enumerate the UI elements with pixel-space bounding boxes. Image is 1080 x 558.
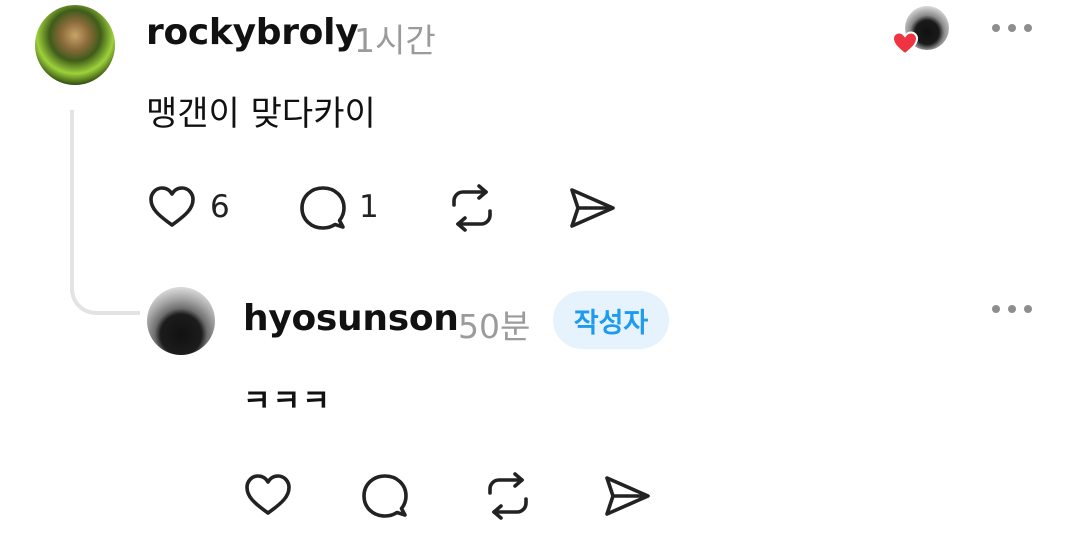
like-count: 6 [210,189,230,225]
repost-icon[interactable] [446,184,498,232]
heart-icon[interactable] [243,472,293,518]
username-rockybroly[interactable]: rockybroly [146,12,359,53]
reply-count: 1 [359,189,379,225]
timestamp: 1시간 [354,21,436,60]
repost-icon[interactable] [482,472,534,520]
dog-avatar[interactable] [147,287,215,355]
send-icon[interactable] [601,472,653,520]
thread-connector-line [70,110,140,315]
more-dots-icon[interactable] [992,303,1032,315]
heart-icon[interactable] [147,184,197,230]
comment-text: ㅋㅋㅋ [243,384,332,419]
user-avatar-rockybroly[interactable] [35,5,115,85]
timestamp: 50분 [458,307,531,346]
speech-bubble-icon[interactable] [298,184,348,232]
author-badge: 작성자 [553,291,669,349]
username-hyosunson[interactable]: hyosunson [243,298,459,339]
speech-bubble-icon[interactable] [360,472,410,520]
comment-text: 맹갠이 맞다카이 [146,94,376,134]
more-dots-icon[interactable] [992,22,1032,34]
send-icon[interactable] [566,184,618,232]
liked-by-author-icon [891,30,919,56]
